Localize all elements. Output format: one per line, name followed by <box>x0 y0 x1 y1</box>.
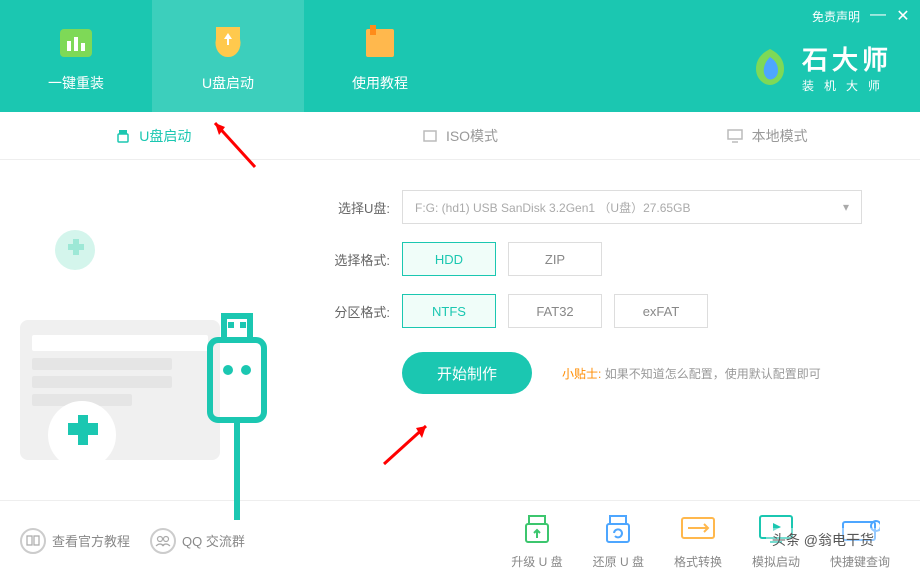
qq-group-link[interactable]: QQ 交流群 <box>150 528 245 554</box>
book-icon <box>358 19 402 63</box>
computer-usb-illustration <box>10 220 290 520</box>
nav-usb-boot[interactable]: U盘启动 <box>152 0 304 112</box>
illustration-panel <box>0 160 300 500</box>
monitor-icon <box>726 128 744 144</box>
disclaimer-link[interactable]: 免责声明 <box>812 8 860 25</box>
format-convert[interactable]: 格式转换 <box>674 511 722 570</box>
config-panel: 选择U盘: F:G: (hd1) USB SanDisk 3.2Gen1 （U盘… <box>300 160 920 500</box>
people-icon <box>150 528 176 554</box>
nav-label: 一键重装 <box>48 73 104 93</box>
partition-fat32[interactable]: FAT32 <box>508 294 602 328</box>
usb-up-icon <box>517 511 557 547</box>
usb-icon <box>115 128 131 144</box>
chevron-down-icon: ▾ <box>843 200 849 214</box>
nav-tutorial[interactable]: 使用教程 <box>304 0 456 112</box>
window-controls: — ✕ <box>870 6 910 26</box>
logo-icon <box>748 45 792 89</box>
bar-chart-icon <box>54 19 98 63</box>
main-content: 选择U盘: F:G: (hd1) USB SanDisk 3.2Gen1 （U盘… <box>0 160 920 500</box>
header-bar: 一键重装 U盘启动 使用教程 免责声明 — ✕ 石大师 装机大师 <box>0 0 920 112</box>
format-label: 选择格式: <box>320 250 390 269</box>
iso-icon <box>422 128 438 144</box>
format-zip[interactable]: ZIP <box>508 242 602 276</box>
tab-local-mode[interactable]: 本地模式 <box>613 112 920 159</box>
minimize-button[interactable]: — <box>870 6 884 26</box>
partition-exfat[interactable]: exFAT <box>614 294 708 328</box>
nav-label: U盘启动 <box>202 73 254 93</box>
mode-tabs: U盘启动 ISO模式 本地模式 <box>0 112 920 160</box>
partition-label: 分区格式: <box>320 302 390 321</box>
tip-text: 小贴士: 如果不知道怎么配置，使用默认配置即可 <box>562 365 821 382</box>
convert-icon <box>678 511 718 547</box>
tab-iso-mode[interactable]: ISO模式 <box>307 112 614 159</box>
watermark-text: 头条 @翁电干货 <box>766 528 880 552</box>
tutorial-link[interactable]: 查看官方教程 <box>20 528 130 554</box>
nav-label: 使用教程 <box>352 73 408 93</box>
upgrade-usb[interactable]: 升级 U 盘 <box>511 511 562 570</box>
restore-usb[interactable]: 还原 U 盘 <box>593 511 644 570</box>
partition-ntfs[interactable]: NTFS <box>402 294 496 328</box>
shield-usb-icon <box>206 19 250 63</box>
usb-select[interactable]: F:G: (hd1) USB SanDisk 3.2Gen1 （U盘）27.65… <box>402 190 862 224</box>
start-button[interactable]: 开始制作 <box>402 352 532 394</box>
logo-subtitle: 装机大师 <box>802 77 892 94</box>
usb-refresh-icon <box>598 511 638 547</box>
logo-title: 石大师 <box>802 40 892 77</box>
select-usb-label: 选择U盘: <box>320 198 390 217</box>
tab-usb-boot[interactable]: U盘启动 <box>0 112 307 159</box>
app-logo: 石大师 装机大师 <box>748 40 892 94</box>
book-open-icon <box>20 528 46 554</box>
nav-reinstall[interactable]: 一键重装 <box>0 0 152 112</box>
format-hdd[interactable]: HDD <box>402 242 496 276</box>
close-button[interactable]: ✕ <box>896 6 910 26</box>
